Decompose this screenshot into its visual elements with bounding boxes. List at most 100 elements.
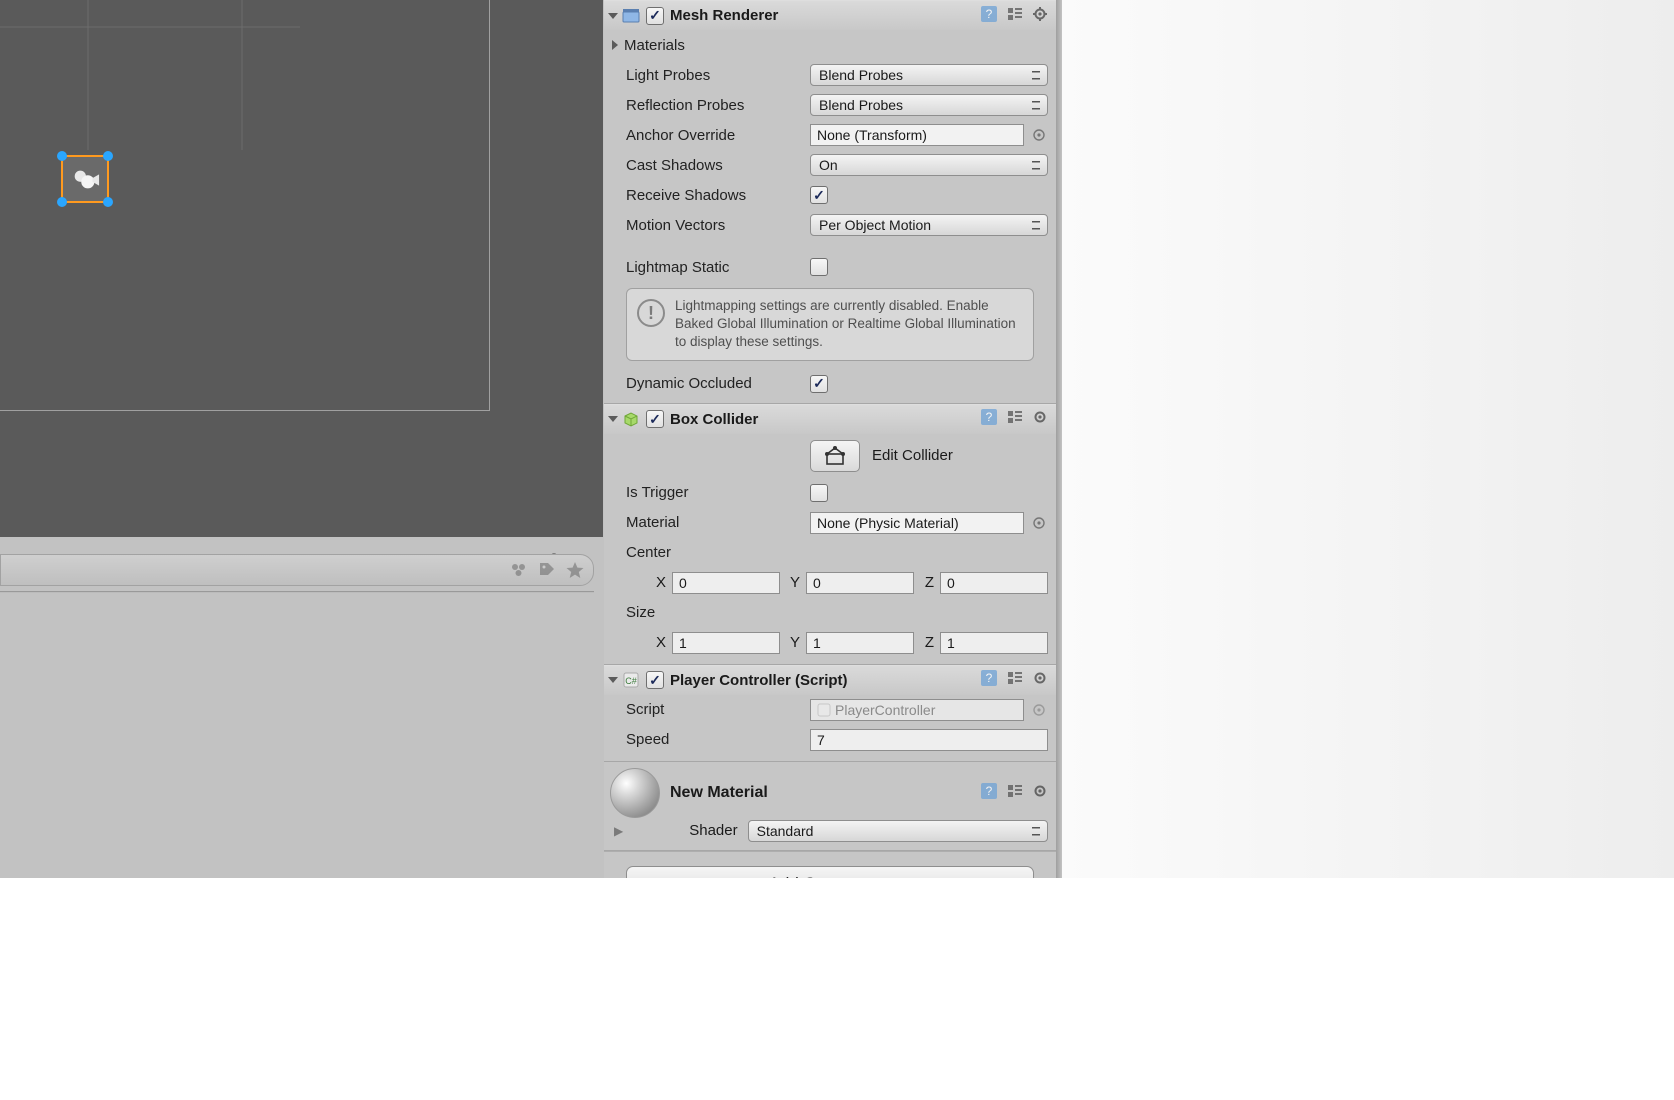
box-collider-icon: [622, 410, 640, 428]
materials-foldout[interactable]: [612, 40, 618, 50]
center-vector-row: X0 Y0 Z0: [604, 568, 1056, 598]
dynamic-occluded-checkbox[interactable]: [810, 375, 828, 393]
center-z-field[interactable]: 0: [940, 572, 1048, 594]
component-enabled-checkbox[interactable]: [646, 7, 664, 25]
project-search-bar: [0, 554, 594, 586]
anchor-override-field[interactable]: None (Transform): [810, 124, 1024, 146]
foldout-toggle[interactable]: [608, 13, 618, 19]
material-preview-sphere: [610, 768, 660, 818]
is-trigger-checkbox[interactable]: [810, 484, 828, 502]
material-title: New Material: [670, 784, 970, 802]
info-icon: !: [637, 299, 665, 327]
csharp-script-icon: C#: [622, 671, 640, 689]
help-icon[interactable]: ?: [980, 408, 998, 430]
axis-x-label: X: [652, 634, 666, 651]
center-x-field[interactable]: 0: [672, 572, 780, 594]
svg-text:?: ?: [986, 7, 993, 21]
svg-text:?: ?: [986, 784, 993, 798]
reflection-probes-dropdown[interactable]: Blend Probes: [810, 94, 1048, 116]
speed-label: Speed: [626, 731, 810, 748]
selected-object-gizmo[interactable]: [61, 155, 109, 203]
component-mesh-renderer: Mesh Renderer ? Materials Light Probes B…: [604, 0, 1056, 404]
light-probes-label: Light Probes: [626, 67, 810, 84]
component-header-box-collider[interactable]: Box Collider ?: [604, 404, 1056, 434]
object-picker-icon[interactable]: [1030, 701, 1048, 719]
receive-shadows-checkbox[interactable]: [810, 186, 828, 204]
motion-vectors-label: Motion Vectors: [626, 217, 810, 234]
scene-view[interactable]: [0, 0, 603, 537]
lightmap-info-box: ! Lightmapping settings are currently di…: [626, 288, 1034, 361]
svg-text:C#: C#: [625, 676, 637, 686]
favorite-star-icon[interactable]: [565, 560, 585, 580]
help-icon[interactable]: ?: [980, 5, 998, 27]
help-icon[interactable]: ?: [980, 669, 998, 691]
reflection-probes-label: Reflection Probes: [626, 97, 810, 114]
axis-z-label: Z: [920, 574, 934, 591]
component-header-player-controller[interactable]: C# Player Controller (Script) ?: [604, 665, 1056, 695]
component-player-controller: C# Player Controller (Script) ? Script P…: [604, 665, 1056, 762]
size-z-field[interactable]: 1: [940, 632, 1048, 654]
lightmap-static-checkbox[interactable]: [810, 258, 828, 276]
center-label: Center: [626, 544, 810, 561]
lightmap-info-text: Lightmapping settings are currently disa…: [675, 297, 1023, 352]
gear-icon[interactable]: [1032, 782, 1050, 804]
preset-icon[interactable]: [1006, 5, 1024, 27]
component-enabled-checkbox[interactable]: [646, 410, 664, 428]
physic-material-field[interactable]: None (Physic Material): [810, 512, 1024, 534]
object-picker-icon[interactable]: [1030, 126, 1048, 144]
motion-vectors-dropdown[interactable]: Per Object Motion: [810, 214, 1048, 236]
physic-material-label: Material: [626, 514, 810, 531]
material-foldout[interactable]: ▶: [614, 824, 623, 838]
gear-icon[interactable]: [1032, 669, 1050, 691]
filter-by-label-icon[interactable]: [537, 560, 557, 580]
lightmap-static-label: Lightmap Static: [626, 259, 810, 276]
shader-label: Shader: [689, 822, 737, 839]
foldout-toggle[interactable]: [608, 677, 618, 683]
svg-text:?: ?: [986, 410, 993, 424]
scene-canvas-outline: [0, 0, 490, 411]
axis-y-label: Y: [786, 574, 800, 591]
component-title: Player Controller (Script): [670, 672, 974, 689]
size-label: Size: [626, 604, 810, 621]
dynamic-occluded-label: Dynamic Occluded: [626, 375, 810, 392]
edit-collider-label: Edit Collider: [872, 447, 953, 464]
size-x-field[interactable]: 1: [672, 632, 780, 654]
component-title: Box Collider: [670, 411, 974, 428]
edit-collider-button[interactable]: [810, 440, 860, 472]
empty-right-pane: [1062, 0, 1674, 878]
gear-icon[interactable]: [1032, 408, 1050, 430]
help-icon[interactable]: ?: [980, 782, 998, 804]
component-enabled-checkbox[interactable]: [646, 671, 664, 689]
inspector-panel: Mesh Renderer ? Materials Light Probes B…: [604, 0, 1056, 878]
cast-shadows-dropdown[interactable]: On: [810, 154, 1048, 176]
component-title: Mesh Renderer: [670, 7, 974, 24]
shader-dropdown[interactable]: Standard: [748, 820, 1048, 842]
component-material: New Material ? ▶ Shader Standard: [604, 762, 1056, 851]
axis-z-label: Z: [920, 634, 934, 651]
axis-x-label: X: [652, 574, 666, 591]
panel-divider: [0, 591, 594, 593]
svg-text:?: ?: [986, 671, 993, 685]
gear-icon[interactable]: [1032, 5, 1050, 27]
cast-shadows-label: Cast Shadows: [626, 157, 810, 174]
materials-label: Materials: [624, 37, 808, 54]
object-picker-icon[interactable]: [1030, 514, 1048, 532]
component-box-collider: Box Collider ? Edit Collider Is Trigger …: [604, 404, 1056, 665]
foldout-toggle[interactable]: [608, 416, 618, 422]
preset-icon[interactable]: [1006, 669, 1024, 691]
size-vector-row: X1 Y1 Z1: [604, 628, 1056, 658]
speed-field[interactable]: 7: [810, 729, 1048, 751]
axis-y-label: Y: [786, 634, 800, 651]
preset-icon[interactable]: [1006, 408, 1024, 430]
component-header-mesh-renderer[interactable]: Mesh Renderer ?: [604, 0, 1056, 30]
filter-by-type-icon[interactable]: [509, 560, 529, 580]
script-value: PlayerController: [835, 702, 935, 718]
receive-shadows-label: Receive Shadows: [626, 187, 810, 204]
light-probes-dropdown[interactable]: Blend Probes: [810, 64, 1048, 86]
size-y-field[interactable]: 1: [806, 632, 914, 654]
script-field: PlayerController: [810, 699, 1024, 721]
script-label: Script: [626, 701, 810, 718]
camera-icon: [63, 157, 107, 201]
center-y-field[interactable]: 0: [806, 572, 914, 594]
preset-icon[interactable]: [1006, 782, 1024, 804]
